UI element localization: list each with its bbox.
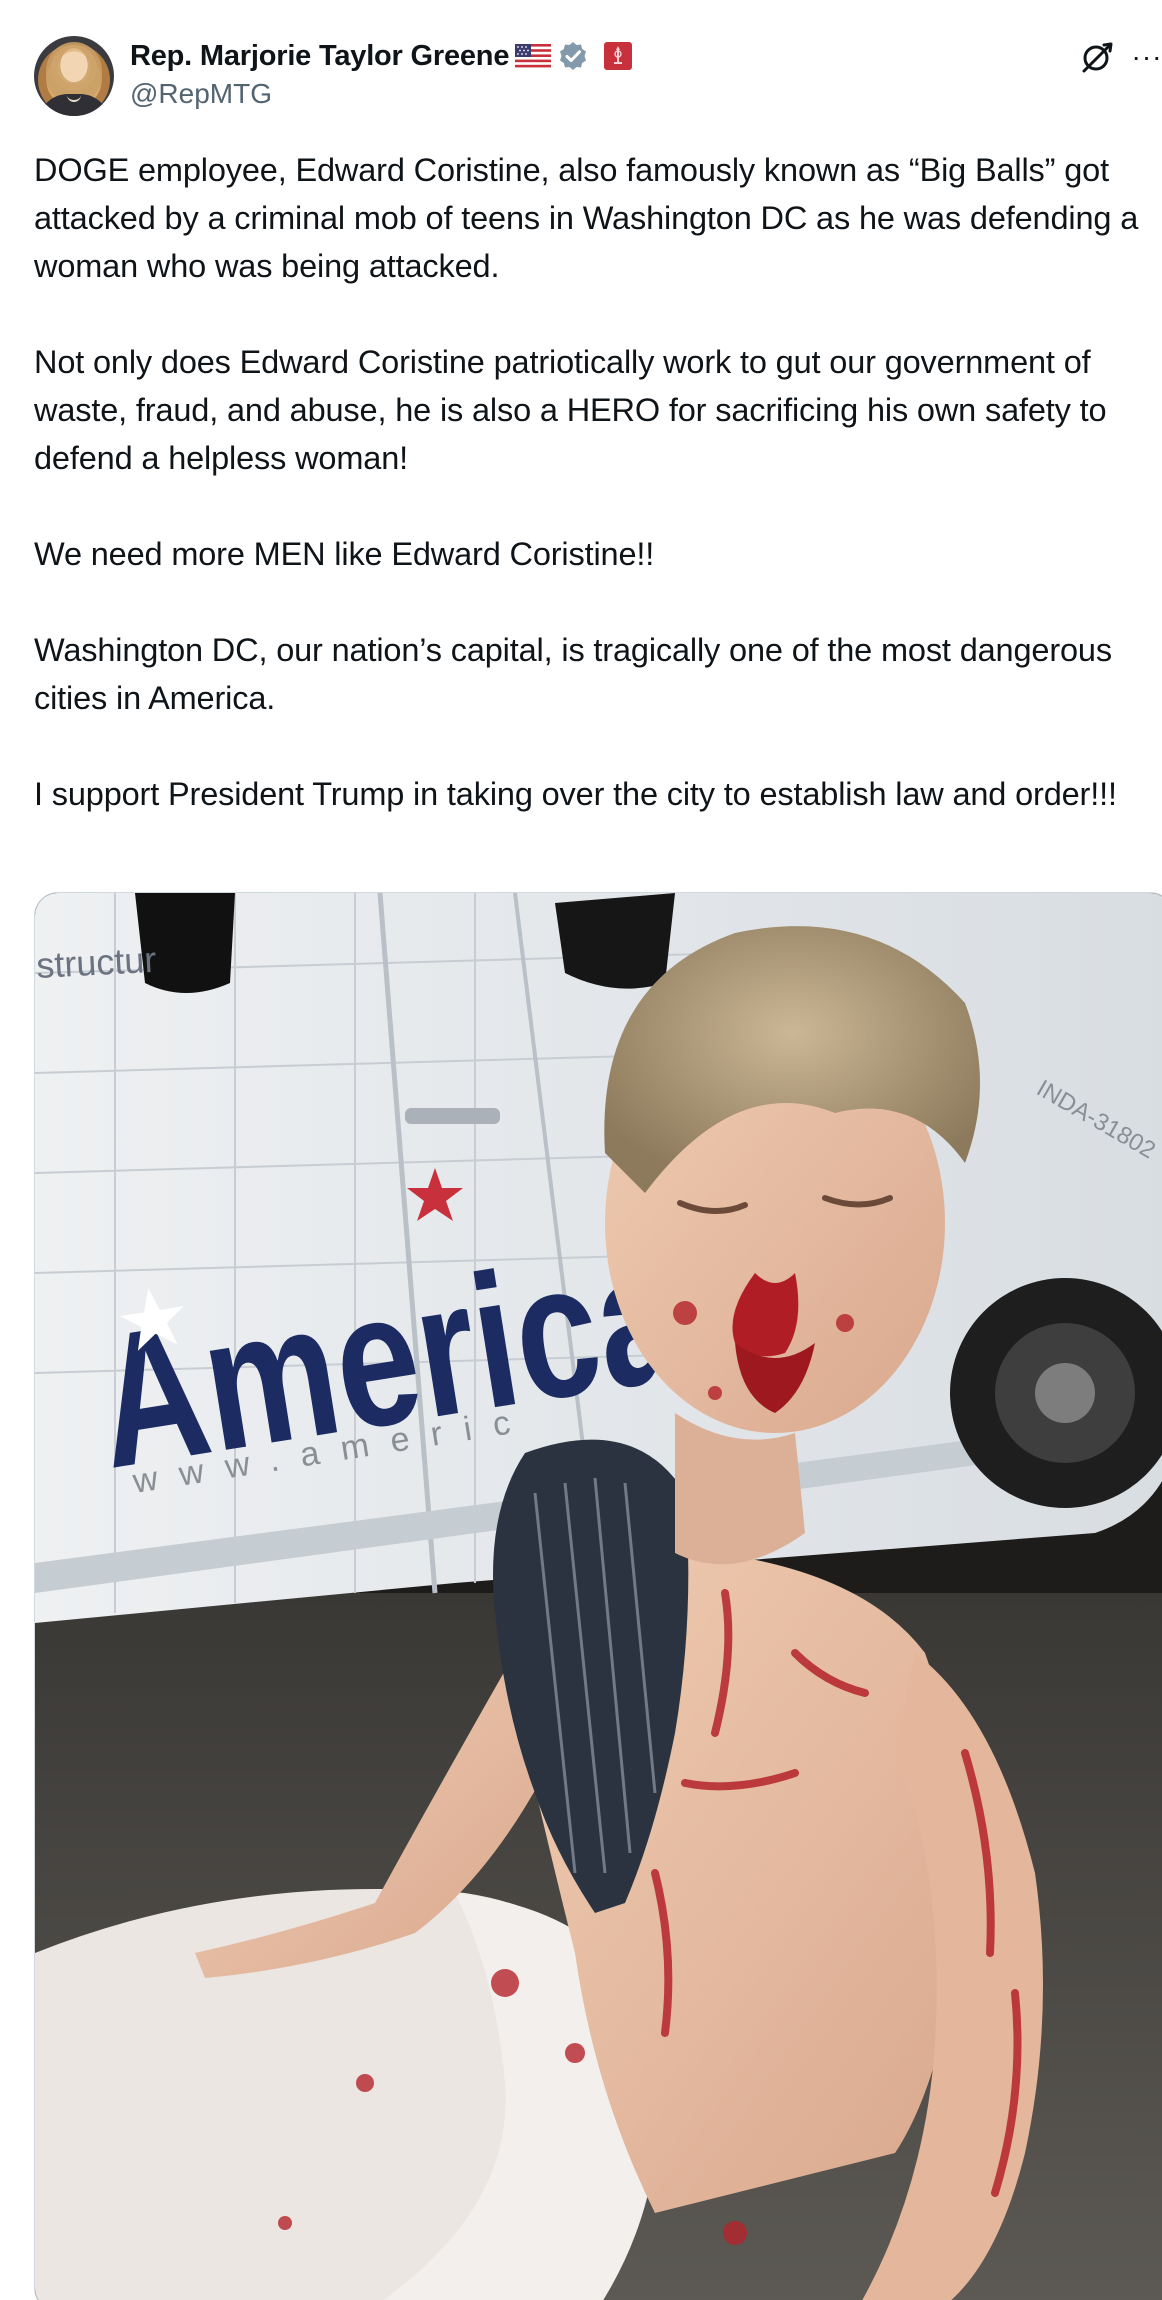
name-row[interactable]: Rep. Marjorie Taylor Greene — [130, 38, 633, 74]
post-photo[interactable]: American structur www.americ INDA-31802 — [34, 892, 1162, 2300]
avatar[interactable] — [34, 36, 114, 116]
more-options-icon[interactable]: ··· — [1132, 41, 1162, 72]
us-flag-icon — [515, 44, 552, 68]
post-paragraph-3: We need more MEN like Edward Coristine!! — [34, 536, 655, 572]
van-small-text: structur — [35, 939, 157, 986]
government-badge-icon[interactable] — [603, 41, 633, 71]
post-paragraph-2: Not only does Edward Coristine patriotic… — [34, 344, 1107, 476]
post: Rep. Marjorie Taylor Greene @RepMTG ··· … — [0, 0, 1162, 2300]
grok-icon[interactable] — [1080, 40, 1114, 74]
display-name[interactable]: Rep. Marjorie Taylor Greene — [130, 40, 509, 73]
post-paragraph-5: I support President Trump in taking over… — [34, 776, 1117, 812]
post-paragraph-4: Washington DC, our nation’s capital, is … — [34, 632, 1112, 716]
verified-icon[interactable] — [557, 40, 589, 72]
post-header: Rep. Marjorie Taylor Greene @RepMTG ··· — [34, 34, 1162, 116]
post-text: DOGE employee, Edward Coristine, also fa… — [34, 146, 1162, 818]
avatar-hair — [46, 42, 102, 100]
post-paragraph-1: DOGE employee, Edward Coristine, also fa… — [34, 152, 1139, 284]
handle[interactable]: @RepMTG — [130, 78, 272, 110]
photo-illustration: American structur www.americ INDA-31802 — [35, 893, 1162, 2300]
post-actions: ··· — [1080, 34, 1162, 80]
